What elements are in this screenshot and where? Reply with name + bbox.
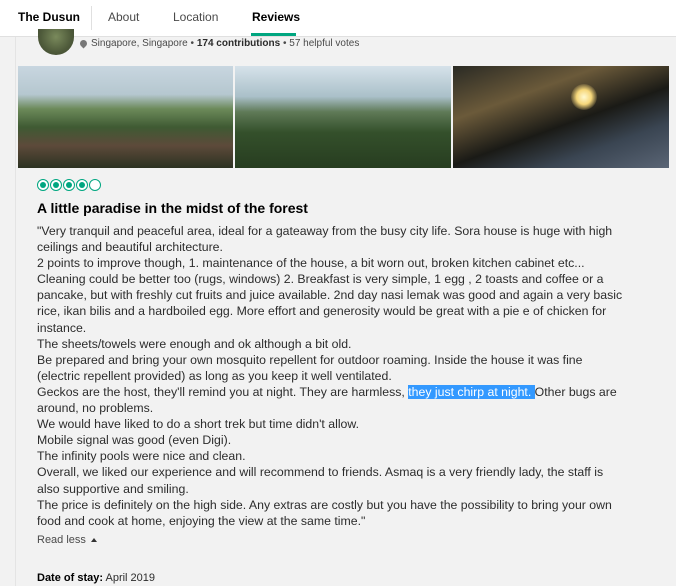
review-line: The price is definitely on the high side… (37, 497, 612, 512)
review-line: instance. (37, 320, 87, 335)
active-tab-indicator (251, 33, 296, 36)
hills-forest-photo[interactable] (235, 66, 451, 168)
review-line: also supportive and smiling. (37, 481, 189, 496)
date-of-stay-label: Date of stay: (37, 572, 104, 584)
rating-bubble-icon (37, 179, 49, 191)
tab-reviews[interactable]: Reviews (252, 10, 300, 24)
review-body: "Very tranquil and peaceful area, ideal … (37, 223, 659, 529)
location-pin-icon (78, 38, 89, 49)
reviewer-meta: Singapore, Singapore • 174 contributions… (78, 38, 360, 49)
review-line: Geckos are the host, they'll remind you … (37, 384, 659, 400)
read-less-link[interactable]: Read less (37, 534, 97, 546)
review-line: Cleaning could be better too (rugs, wind… (37, 272, 604, 287)
read-less-label: Read less (37, 534, 86, 546)
night-terrace-photo[interactable] (453, 66, 669, 168)
tab-location[interactable]: Location (173, 10, 218, 24)
review-line: around, no problems. (37, 401, 154, 416)
review-line: We would have liked to do a short trek b… (37, 417, 360, 432)
review-text: Geckos are the host, they'll remind you … (37, 384, 409, 399)
rating-bubble-icon (63, 179, 75, 191)
review-line: food and cook at home, enjoying the view… (37, 513, 366, 528)
review-line: "Very tranquil and peaceful area, ideal … (37, 224, 613, 238)
rating-bubble-icon (76, 179, 88, 191)
meta-separator: • (282, 38, 287, 49)
review-line: pancake, but with freshly cut fruits and… (37, 288, 623, 303)
review-line: Mobile signal was good (even Digi). (37, 433, 232, 448)
nav-divider (91, 6, 92, 30)
reviewer-location: Singapore, Singapore (91, 38, 188, 49)
light-glare (571, 84, 597, 110)
review-line: (electric repellent provided) as long as… (37, 368, 392, 383)
helpful-votes: 57 helpful votes (289, 38, 360, 49)
review-line: Be prepared and bring your own mosquito … (37, 352, 583, 367)
review-text: Other bugs are (534, 384, 617, 399)
rating-bubble-empty-icon (89, 179, 101, 191)
review-line: ceilings and beautiful architecture. (37, 240, 223, 255)
review-title[interactable]: A little paradise in the midst of the fo… (37, 200, 308, 216)
forest-view-photo[interactable] (18, 66, 233, 168)
date-of-stay-value: April 2019 (105, 572, 156, 584)
review-line: The sheets/towels were enough and ok alt… (37, 336, 352, 351)
review-line: The infinity pools were nice and clean. (37, 449, 246, 464)
selected-text: they just chirp at night. (408, 384, 535, 399)
meta-separator: • (190, 38, 195, 49)
rating-bubble-icon (50, 179, 62, 191)
date-of-stay: Date of stay: April 2019 (37, 572, 155, 584)
tab-about[interactable]: About (108, 10, 139, 24)
brand-name[interactable]: The Dusun (18, 10, 80, 24)
top-nav-bar: The Dusun About Location Reviews (0, 0, 676, 37)
review-photos (18, 66, 669, 168)
review-line: 2 points to improve though, 1. maintenan… (37, 256, 585, 271)
review-line: Overall, we liked our experience and wil… (37, 465, 604, 480)
chevron-up-icon (90, 538, 97, 543)
review-line: rice, ikan bilis and a hardboiled egg. M… (37, 304, 607, 319)
contributions-count: 174 contributions (196, 38, 281, 49)
